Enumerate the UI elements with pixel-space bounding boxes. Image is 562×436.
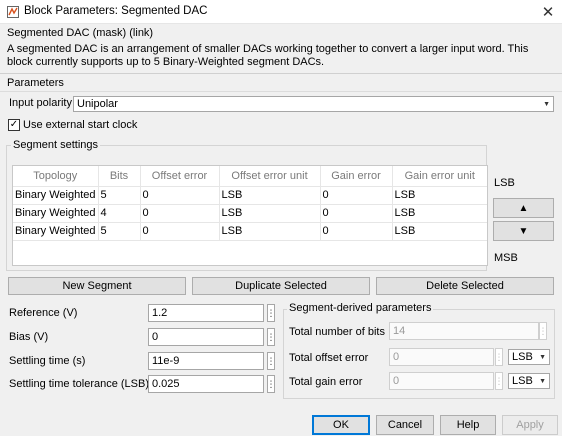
checkmark-icon: ✓: [9, 119, 19, 130]
table-cell[interactable]: 5: [98, 222, 141, 241]
reference-input[interactable]: 1.2: [148, 304, 264, 322]
input-polarity-label: Input polarity: [9, 97, 72, 109]
table-cell[interactable]: LSB: [392, 222, 487, 241]
segment-table[interactable]: Topology Bits Offset error Offset error …: [12, 165, 488, 266]
new-segment-button[interactable]: New Segment: [8, 277, 186, 295]
bias-label: Bias (V): [9, 331, 49, 343]
table-cell[interactable]: 0: [320, 204, 393, 223]
parameters-label: Parameters: [7, 77, 64, 89]
column-header[interactable]: Offset error: [140, 166, 220, 187]
total-offset-label: Total offset error: [289, 352, 369, 364]
table-cell[interactable]: Binary Weighted: [13, 204, 99, 223]
column-header[interactable]: Topology: [13, 166, 99, 187]
table-cell[interactable]: Binary Weighted: [13, 186, 99, 205]
divider: [0, 91, 562, 92]
table-cell[interactable]: LSB: [219, 222, 321, 241]
table-cell[interactable]: 5: [98, 186, 141, 205]
total-gain-unit-value: LSB: [512, 374, 533, 387]
arrow-down-icon: ▼: [518, 225, 529, 237]
lsb-label: LSB: [494, 177, 515, 189]
ellipsis-icon: ⋮: [495, 372, 504, 390]
ellipsis-icon[interactable]: ⋮: [267, 328, 276, 346]
total-gain-label: Total gain error: [289, 376, 363, 388]
total-offset-unit-value: LSB: [512, 350, 533, 363]
segment-settings-label: Segment settings: [11, 139, 100, 151]
simulink-block-icon: [7, 6, 19, 18]
cancel-button[interactable]: Cancel: [376, 415, 434, 435]
input-polarity-value: Unipolar: [77, 97, 118, 110]
table-cell[interactable]: 0: [320, 186, 393, 205]
table-row[interactable]: Binary Weighted 5 0 LSB 0 LSB: [13, 222, 487, 241]
total-bits-label: Total number of bits: [289, 326, 385, 338]
total-bits-input: 14: [389, 322, 539, 340]
block-header: Segmented DAC (mask) (link): [7, 27, 154, 39]
column-header[interactable]: Bits: [98, 166, 141, 187]
table-cell[interactable]: 0: [140, 204, 220, 223]
table-cell[interactable]: LSB: [219, 204, 321, 223]
close-icon[interactable]: ✕: [537, 1, 559, 23]
ellipsis-icon[interactable]: ⋮: [267, 375, 276, 393]
table-cell[interactable]: LSB: [219, 186, 321, 205]
window-title: Block Parameters: Segmented DAC: [24, 5, 208, 17]
ellipsis-icon[interactable]: ⋮: [267, 304, 276, 322]
chevron-down-icon: ▼: [543, 100, 550, 108]
table-cell[interactable]: 0: [140, 186, 220, 205]
chevron-down-icon: ▼: [539, 353, 546, 361]
chevron-down-icon: ▼: [539, 377, 546, 385]
total-offset-unit-select[interactable]: LSB ▼: [508, 349, 550, 365]
move-down-button[interactable]: ▼: [493, 221, 554, 241]
column-header[interactable]: Gain error: [320, 166, 393, 187]
table-cell[interactable]: LSB: [392, 186, 487, 205]
ok-button[interactable]: OK: [312, 415, 370, 435]
bias-input[interactable]: 0: [148, 328, 264, 346]
divider: [0, 73, 562, 74]
input-polarity-select[interactable]: Unipolar ▼: [73, 96, 554, 112]
reference-label: Reference (V): [9, 307, 78, 319]
ellipsis-icon: ⋮: [495, 348, 504, 366]
table-row[interactable]: Binary Weighted 5 0 LSB 0 LSB: [13, 186, 487, 205]
help-button[interactable]: Help: [440, 415, 496, 435]
delete-selected-button[interactable]: Delete Selected: [376, 277, 554, 295]
table-cell[interactable]: LSB: [392, 204, 487, 223]
table-cell[interactable]: 0: [140, 222, 220, 241]
ellipsis-icon[interactable]: ⋮: [267, 352, 276, 370]
move-up-button[interactable]: ▲: [493, 198, 554, 218]
block-description: A segmented DAC is an arrangement of sma…: [7, 43, 529, 68]
ellipsis-icon: ⋮: [539, 322, 548, 340]
arrow-up-icon: ▲: [518, 202, 529, 214]
external-clock-label: Use external start clock: [23, 119, 138, 131]
msb-label: MSB: [494, 252, 518, 264]
apply-button[interactable]: Apply: [502, 415, 558, 435]
settling-tolerance-label: Settling time tolerance (LSB): [9, 378, 150, 390]
table-row[interactable]: Binary Weighted 4 0 LSB 0 LSB: [13, 204, 487, 223]
table-cell[interactable]: Binary Weighted: [13, 222, 99, 241]
column-header[interactable]: Gain error unit: [392, 166, 487, 187]
total-offset-input: 0: [389, 348, 494, 366]
duplicate-selected-button[interactable]: Duplicate Selected: [192, 277, 370, 295]
total-gain-input: 0: [389, 372, 494, 390]
column-header[interactable]: Offset error unit: [219, 166, 321, 187]
settling-time-input[interactable]: 11e-9: [148, 352, 264, 370]
settling-tolerance-input[interactable]: 0.025: [148, 375, 264, 393]
derived-parameters-label: Segment-derived parameters: [287, 302, 434, 314]
settling-time-label: Settling time (s): [9, 355, 86, 367]
table-cell[interactable]: 4: [98, 204, 141, 223]
total-gain-unit-select[interactable]: LSB ▼: [508, 373, 550, 389]
external-clock-checkbox[interactable]: ✓: [8, 119, 20, 131]
table-cell[interactable]: 0: [320, 222, 393, 241]
